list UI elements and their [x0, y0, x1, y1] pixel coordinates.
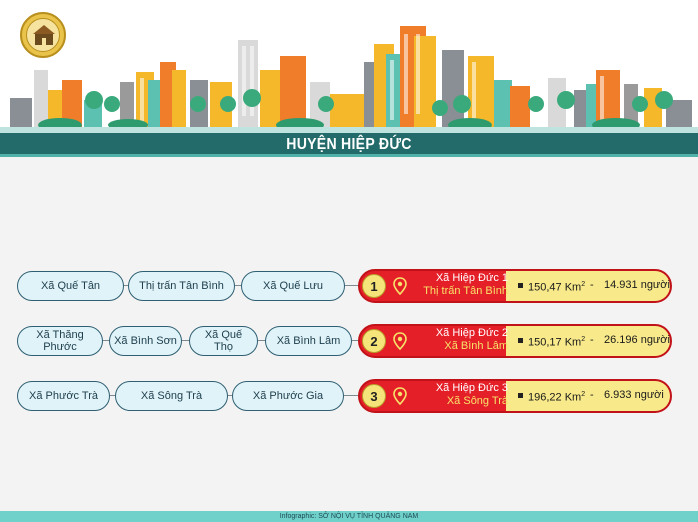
- source-commune: Xã Thăng Phước: [17, 326, 103, 356]
- new-commune-name: Xã Hiệp Đức 3: [435, 382, 508, 394]
- merger-row-1: Xã Quế Tân Thị trấn Tân Bình Xã Quế Lưu …: [0, 269, 698, 303]
- separator: -: [590, 334, 594, 346]
- area-value: 196,22 Km2: [528, 391, 586, 404]
- merger-number-badge: 1: [362, 274, 386, 298]
- source-commune: Xã Phước Gia: [232, 381, 344, 411]
- bullet-square: [518, 283, 523, 288]
- source-commune: Xã Quế Thọ: [189, 326, 258, 356]
- bullet-square: [518, 393, 523, 398]
- source-commune: Xã Bình Sơn: [109, 326, 182, 356]
- emblem-icon: [20, 12, 66, 58]
- new-commune-name: Xã Hiệp Đức 1: [435, 272, 508, 284]
- source-commune: Xã Phước Trà: [17, 381, 110, 411]
- population-value: 14.931 người: [604, 279, 670, 291]
- bullet-square: [518, 338, 523, 343]
- area-value: 150,47 Km2: [528, 281, 586, 294]
- location-pin-icon: [393, 332, 407, 350]
- merger-row-3: Xã Phước Trà Xã Sông Trà Xã Phước Gia 3 …: [0, 379, 698, 413]
- separator: -: [590, 389, 594, 401]
- source-commune: Xã Quế Lưu: [241, 271, 345, 301]
- population-value: 26.196 người: [604, 334, 670, 346]
- merger-number-badge: 3: [362, 384, 386, 408]
- location-pin-icon: [393, 387, 407, 405]
- page-title: HUYỆN HIỆP ĐỨC: [286, 136, 412, 153]
- skyline-illustration: [0, 0, 698, 132]
- source-commune: Xã Bình Lâm: [265, 326, 352, 356]
- new-commune-name: Xã Hiệp Đức 2: [435, 327, 508, 339]
- source-commune: Thị trấn Tân Bình: [128, 271, 235, 301]
- emblem-inner-icon: [26, 18, 60, 52]
- source-commune: Xã Quế Tân: [17, 271, 124, 301]
- footer-credit: Infographic: SỞ NỘI VỤ TỈNH QUẢNG NAM: [0, 511, 698, 522]
- population-value: 6.933 người: [604, 389, 664, 401]
- administrative-seat: Xã Sông Trà: [446, 395, 508, 407]
- location-pin-icon: [393, 277, 407, 295]
- merger-row-2: Xã Thăng Phước Xã Bình Sơn Xã Quế Thọ Xã…: [0, 324, 698, 358]
- area-value: 150,17 Km2: [528, 336, 586, 349]
- building-emblem-icon: [33, 25, 55, 45]
- administrative-seat: Xã Bình Lâm: [444, 340, 508, 352]
- city-skyline-icon: [10, 26, 692, 132]
- separator: -: [590, 279, 594, 291]
- administrative-seat: Thị trấn Tân Bình: [423, 285, 508, 297]
- merger-number-badge: 2: [362, 329, 386, 353]
- source-commune: Xã Sông Trà: [115, 381, 228, 411]
